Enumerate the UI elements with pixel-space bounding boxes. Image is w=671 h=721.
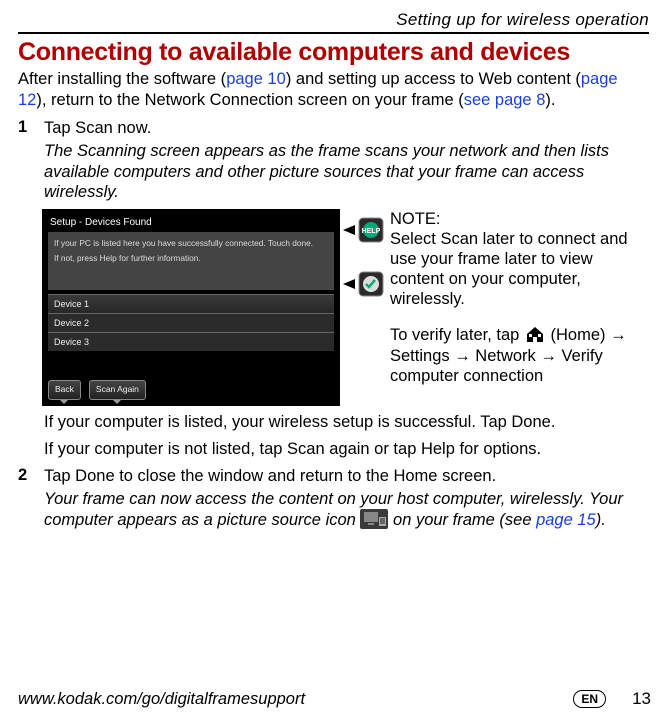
text: After installing the software (	[18, 70, 226, 88]
scan-again-button[interactable]: Scan Again	[89, 380, 146, 400]
shot-msg-line2: If not, press Help for further informati…	[54, 253, 328, 264]
side-notes: NOTE: Select Scan later to connect and u…	[348, 209, 649, 406]
device-screenshot: Setup - Devices Found If your PC is list…	[42, 209, 340, 406]
device-row-1[interactable]: Device 1	[48, 294, 334, 313]
step-1-result: The Scanning screen appears as the frame…	[44, 141, 649, 203]
scan-again-label: Scan Again	[96, 384, 139, 394]
verify-pre: To verify later, tap	[390, 326, 524, 344]
device-row-3[interactable]: Device 3	[48, 332, 334, 351]
result-not-listed: If your computer is not listed, tap Scan…	[44, 439, 649, 460]
text: ), return to the Network Connection scre…	[36, 91, 463, 109]
text: ) and setting up access to Web content (	[286, 70, 581, 88]
step-1-text: Tap Scan now.	[44, 118, 649, 139]
check-icon	[358, 271, 384, 297]
footer-url: www.kodak.com/go/digitalframesupport	[18, 690, 305, 709]
shot-title: Setup - Devices Found	[48, 215, 334, 232]
text: ).	[545, 91, 555, 109]
figure-row: Setup - Devices Found If your PC is list…	[42, 209, 649, 406]
step-2-text: Tap Done to close the window and return …	[44, 466, 649, 487]
after-figure-text: If your computer is listed, your wireles…	[44, 412, 649, 460]
shot-message: If your PC is listed here you have succe…	[48, 232, 334, 290]
step-1-number: 1	[18, 118, 30, 139]
intro-paragraph: After installing the software (page 10) …	[18, 69, 649, 110]
back-label: Back	[55, 384, 74, 394]
step-2-number: 2	[18, 466, 30, 487]
note-label: NOTE:	[390, 210, 440, 228]
device-list: Device 1 Device 2 Device 3	[48, 294, 334, 351]
back-button[interactable]: Back	[48, 380, 81, 400]
svg-text:HELP: HELP	[362, 228, 381, 235]
shot-msg-line1: If your PC is listed here you have succe…	[54, 238, 328, 249]
divider	[18, 32, 649, 34]
link-page-10[interactable]: page 10	[226, 70, 286, 88]
help-icon: HELP	[358, 217, 384, 243]
page-footer: www.kodak.com/go/digitalframesupport EN …	[18, 689, 651, 709]
language-badge: EN	[573, 690, 606, 708]
callout-help: HELP	[343, 217, 384, 243]
step-2-result: Your frame can now access the content on…	[44, 489, 649, 535]
link-see-page-8[interactable]: see page 8	[464, 91, 546, 109]
result-listed: If your computer is listed, your wireles…	[44, 412, 649, 433]
section-header: Setting up for wireless operation	[18, 10, 649, 32]
callout-done	[343, 271, 384, 297]
home-icon	[524, 326, 551, 344]
s2-mid: on your frame (see	[393, 511, 536, 529]
page-number: 13	[632, 689, 651, 709]
page-title: Connecting to available computers and de…	[18, 38, 649, 67]
link-page-15[interactable]: page 15	[536, 511, 596, 529]
step-2: 2 Tap Done to close the window and retur…	[18, 466, 649, 487]
pc-source-icon	[360, 509, 388, 535]
step-1: 1 Tap Scan now.	[18, 118, 649, 139]
note-text: Select Scan later to connect and use you…	[390, 230, 628, 308]
device-row-2[interactable]: Device 2	[48, 313, 334, 332]
s2-post: ).	[596, 511, 606, 529]
